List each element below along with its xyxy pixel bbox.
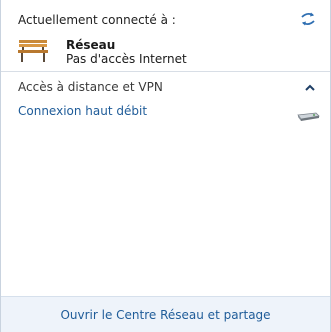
open-network-center-link[interactable]: Ouvrir le Centre Réseau et partage	[60, 308, 270, 322]
park-bench-icon	[17, 38, 49, 64]
connected-label: Actuellement connecté à :	[18, 13, 176, 27]
network-status: Pas d'accès Internet	[66, 52, 187, 66]
network-flyout: Actuellement connecté à : Réseau Pas d'a…	[0, 0, 331, 332]
modem-icon	[296, 109, 320, 123]
footer-bar: Ouvrir le Centre Réseau et partage	[1, 296, 330, 332]
group-title: Accès à distance et VPN	[18, 80, 163, 94]
chevron-up-icon[interactable]	[304, 82, 316, 92]
network-entry: Réseau Pas d'accès Internet	[17, 36, 297, 68]
refresh-arrows-icon[interactable]	[299, 10, 317, 28]
connection-item-broadband[interactable]: Connexion haut débit	[1, 102, 330, 124]
vpn-group-header[interactable]: Accès à distance et VPN	[1, 78, 330, 98]
network-name: Réseau	[66, 38, 116, 52]
connection-label: Connexion haut débit	[18, 104, 148, 118]
current-connection-section: Actuellement connecté à : Réseau Pas d'a…	[1, 0, 330, 72]
